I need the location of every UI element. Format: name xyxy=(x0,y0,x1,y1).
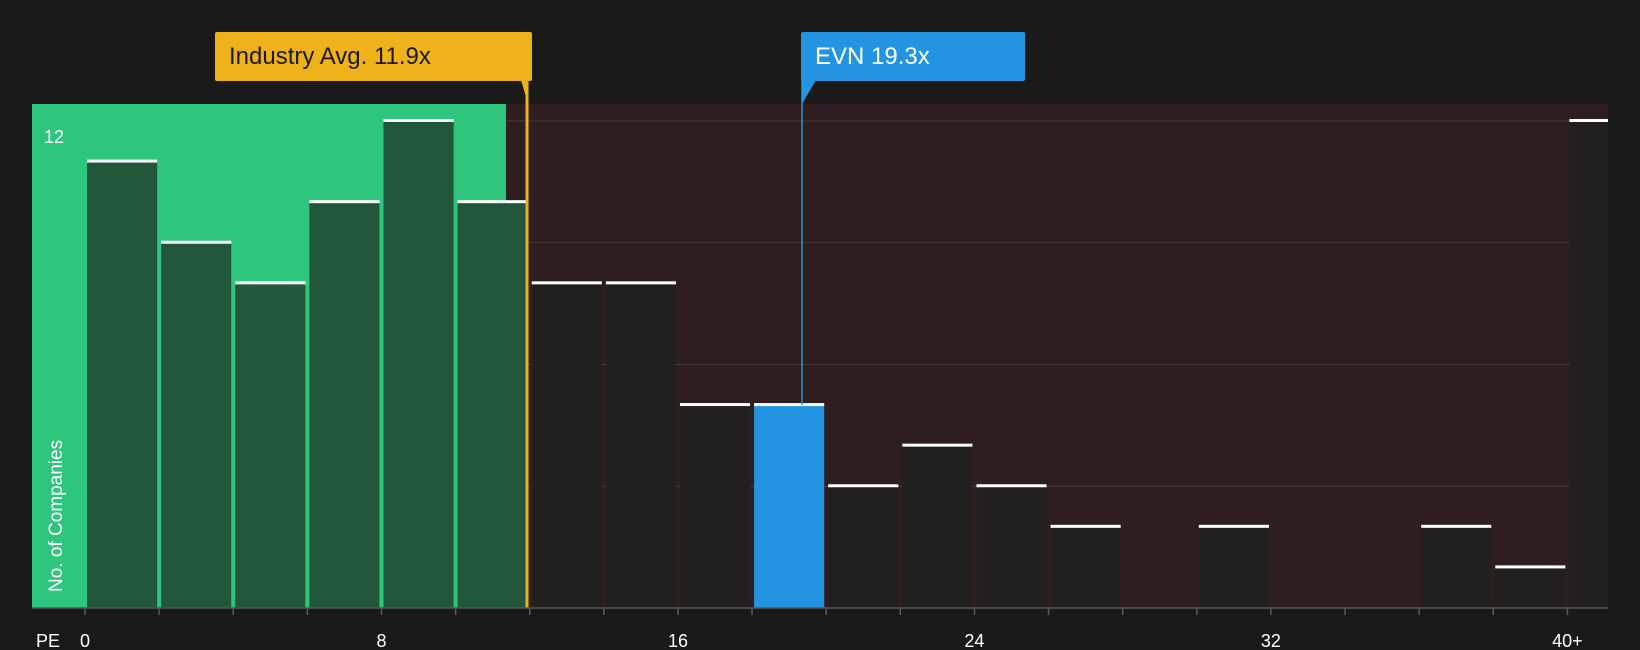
bar-cap xyxy=(383,119,454,122)
bar-cap xyxy=(1569,119,1608,122)
bar xyxy=(679,405,751,608)
bar xyxy=(531,283,602,608)
bar xyxy=(457,202,528,608)
bar-cap xyxy=(161,240,232,244)
bar xyxy=(87,161,158,609)
x-tick-label: 32 xyxy=(1261,631,1281,650)
bar-cap xyxy=(235,281,306,285)
bar-cap xyxy=(531,281,602,285)
bar xyxy=(1495,567,1566,608)
bar xyxy=(605,283,676,608)
bar-cap xyxy=(679,403,751,407)
bar xyxy=(1050,526,1121,608)
bar-cap xyxy=(976,484,1047,488)
x-tick-label: 16 xyxy=(668,631,688,650)
bar-cap xyxy=(87,159,158,163)
bar-cap xyxy=(902,443,973,447)
bar-cap xyxy=(1198,524,1269,528)
bar-cap xyxy=(828,484,899,488)
bar xyxy=(1569,121,1608,608)
bar xyxy=(1198,526,1269,608)
bar-cap xyxy=(754,403,825,407)
x-tick-label: 24 xyxy=(964,631,984,650)
x-tick-label: 40+ xyxy=(1552,631,1583,650)
bar xyxy=(383,121,454,608)
y-tick-label-12: 12 xyxy=(44,127,64,147)
x-tick-label: 8 xyxy=(376,631,386,650)
industry-average-callout: Industry Avg. 11.9x xyxy=(215,32,532,81)
bar xyxy=(161,242,232,608)
evn-callout: EVN 19.3x xyxy=(801,32,1025,81)
bar-cap xyxy=(1421,524,1492,528)
bar xyxy=(309,202,380,608)
x-axis: 0 8 16 24 32 40+ xyxy=(32,607,1608,650)
bar-cap xyxy=(1050,524,1121,528)
industry-callout-pointer xyxy=(521,80,529,104)
bar-cap xyxy=(1495,565,1566,569)
bar xyxy=(828,486,899,608)
bar xyxy=(976,486,1047,608)
bar xyxy=(235,283,306,608)
bar xyxy=(902,445,973,608)
y-axis-label: No. of Companies xyxy=(46,440,67,592)
bar-cap xyxy=(605,281,676,285)
bar xyxy=(754,405,825,608)
pe-histogram-chart: 0 8 16 24 32 40+ No. of Companies 12 PE xyxy=(32,66,1608,650)
x-tick-label: 0 xyxy=(80,631,90,650)
bar-cap xyxy=(309,200,380,204)
bar-cap xyxy=(457,200,528,204)
evn-callout-pointer xyxy=(802,80,816,104)
x-axis-label: PE xyxy=(36,631,60,650)
bar xyxy=(1421,526,1492,608)
